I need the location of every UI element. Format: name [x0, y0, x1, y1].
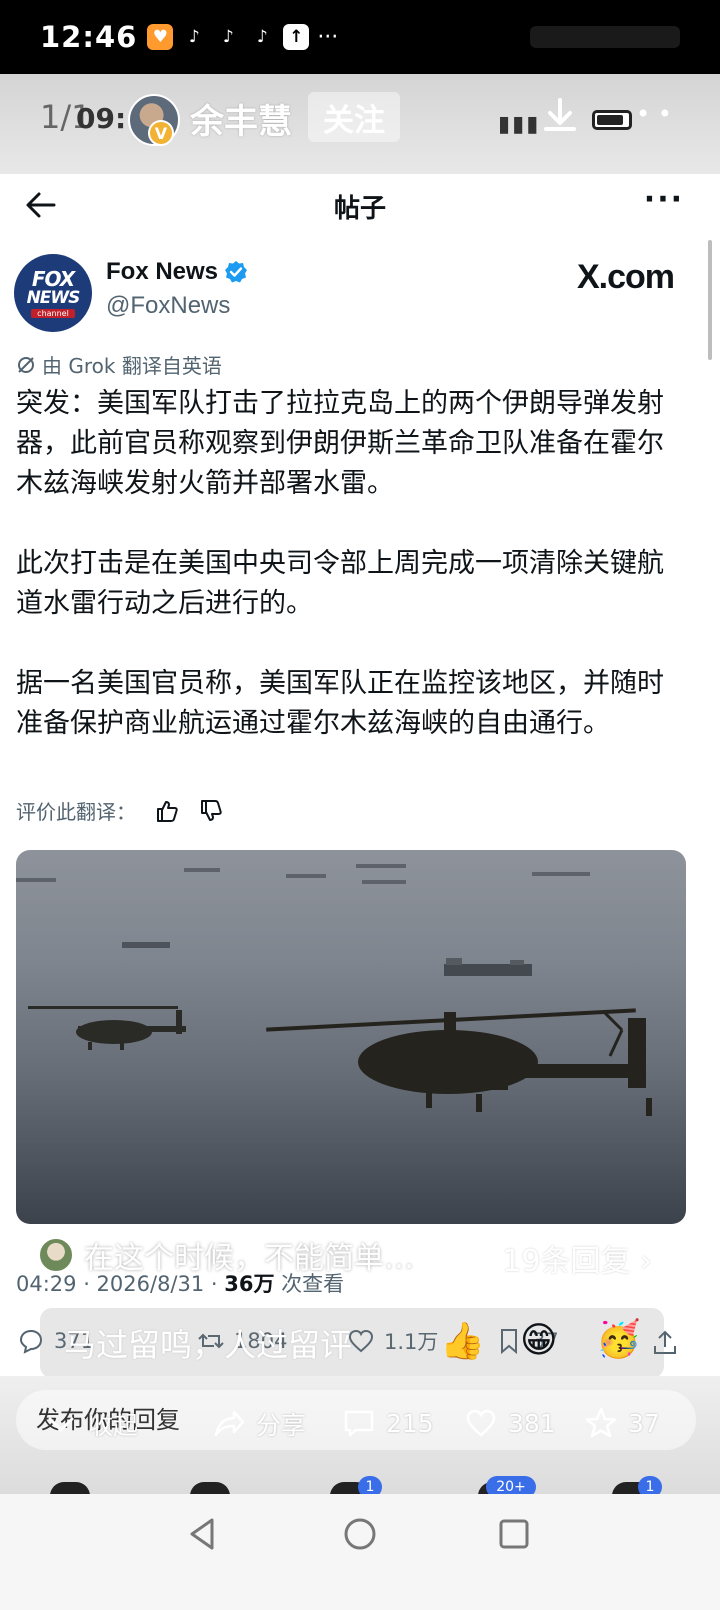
bottom-action-area: 发布你的回复 收起 分享 215 381 37 1 20+ 1 [0, 1376, 720, 1498]
share-button[interactable]: 分享 [212, 1406, 306, 1442]
tiktok-icon: ♪ [188, 27, 200, 47]
post-body: 突发：美国军队打击了拉拉克岛上的两个伊朗导弹发射器，此前官员称观察到伊朗伊斯兰革… [16, 384, 686, 784]
nav-recents-icon[interactable] [496, 1516, 532, 1552]
author-handle[interactable]: @FoxNews [106, 292, 230, 320]
more-options-icon[interactable]: ··· [644, 182, 684, 217]
follow-button[interactable]: 关注 [308, 92, 400, 142]
nav-back-icon[interactable] [184, 1516, 220, 1552]
like-button[interactable]: 381 [464, 1406, 556, 1440]
translation-note: 由 Grok 翻译自英语 [16, 350, 222, 379]
views-count: 36万 [224, 1272, 275, 1296]
grin-emoji-icon: 😁 [520, 1320, 558, 1361]
post-nav-bar: 帖子 ··· [0, 174, 720, 236]
helicopters-photo [16, 864, 652, 1116]
scroll-indicator[interactable] [708, 240, 712, 360]
viewer-header: 1/1 09: V 余丰慧 关注 ▮▮▮ • • [0, 74, 720, 174]
thumbs-up-emoji-icon: 👍 [440, 1321, 485, 1362]
heart-app-icon: ♥ [147, 24, 174, 50]
nav-home-icon[interactable] [342, 1516, 378, 1552]
post-paragraph: 突发：美国军队打击了拉拉克岛上的两个伊朗导弹发射器，此前官员称观察到伊朗伊斯兰革… [16, 388, 664, 499]
danmaku-text: 马过留鸣，人过留评 [64, 1326, 353, 1364]
notification-icons: ♥ ♪ ♪ ♪ ↑ [147, 24, 310, 50]
thumbs-up-icon[interactable] [154, 798, 180, 824]
source-label: X.com [576, 258, 675, 296]
heart-icon [466, 1409, 496, 1437]
star-icon [585, 1407, 617, 1438]
chevron-down-icon [48, 1417, 74, 1433]
system-nav-bar [0, 1494, 720, 1610]
rate-translation: 评价此翻译： [16, 796, 224, 825]
thumbs-down-icon[interactable] [198, 798, 224, 824]
post-paragraph: 此次打击是在美国中央司令部上周完成一项清除关键航道水雷行动之后进行的。 [16, 548, 664, 619]
download-icon[interactable] [540, 96, 580, 136]
verified-badge-icon [225, 261, 248, 283]
upload-icon: ↑ [283, 24, 310, 50]
status-time: 12:46 [40, 20, 138, 54]
author-name[interactable]: Fox News [106, 258, 248, 286]
verified-v-badge: V [148, 120, 174, 146]
battery-icon [592, 110, 632, 130]
replies-count-link[interactable]: 19条回复 › [502, 1236, 652, 1280]
comment-icon [344, 1410, 374, 1437]
collapse-button[interactable]: 收起 [44, 1406, 138, 1442]
post-image[interactable] [16, 850, 686, 1224]
comments-button[interactable]: 215 [342, 1406, 434, 1440]
share-arrow-icon [214, 1410, 245, 1437]
signal-icon: ▮▮▮ [498, 112, 541, 137]
poster-name[interactable]: 余丰慧 [190, 94, 292, 143]
tiktok-icon: ♪ [222, 27, 234, 47]
more-notifications-icon: ··· [317, 24, 339, 50]
post-paragraph: 据一名美国官员称，美国军队正在监控该地区，并随时准备保护商业航运通过霍尔木兹海峡… [16, 668, 664, 739]
party-emoji-icon: 🥳 [596, 1319, 641, 1360]
system-status-bar: 12:46 ♥ ♪ ♪ ♪ ↑ ··· [0, 0, 720, 74]
more-icon[interactable]: • • [636, 100, 672, 128]
favorite-button[interactable]: 37 [584, 1406, 660, 1440]
tiktok-icon: ♪ [256, 27, 268, 47]
danmaku-comment-bar[interactable]: 马过留鸣，人过留评 [40, 1308, 664, 1378]
grok-icon [18, 356, 34, 373]
fox-news-avatar[interactable]: FOX NEWS channel [14, 254, 92, 332]
page-title: 帖子 [333, 194, 386, 224]
post-meta: 04:29 · 2026/8/31 · 36万 次查看 [16, 1272, 345, 1296]
status-right-icons [530, 26, 680, 48]
ghost-status-time: 09: [76, 102, 127, 135]
